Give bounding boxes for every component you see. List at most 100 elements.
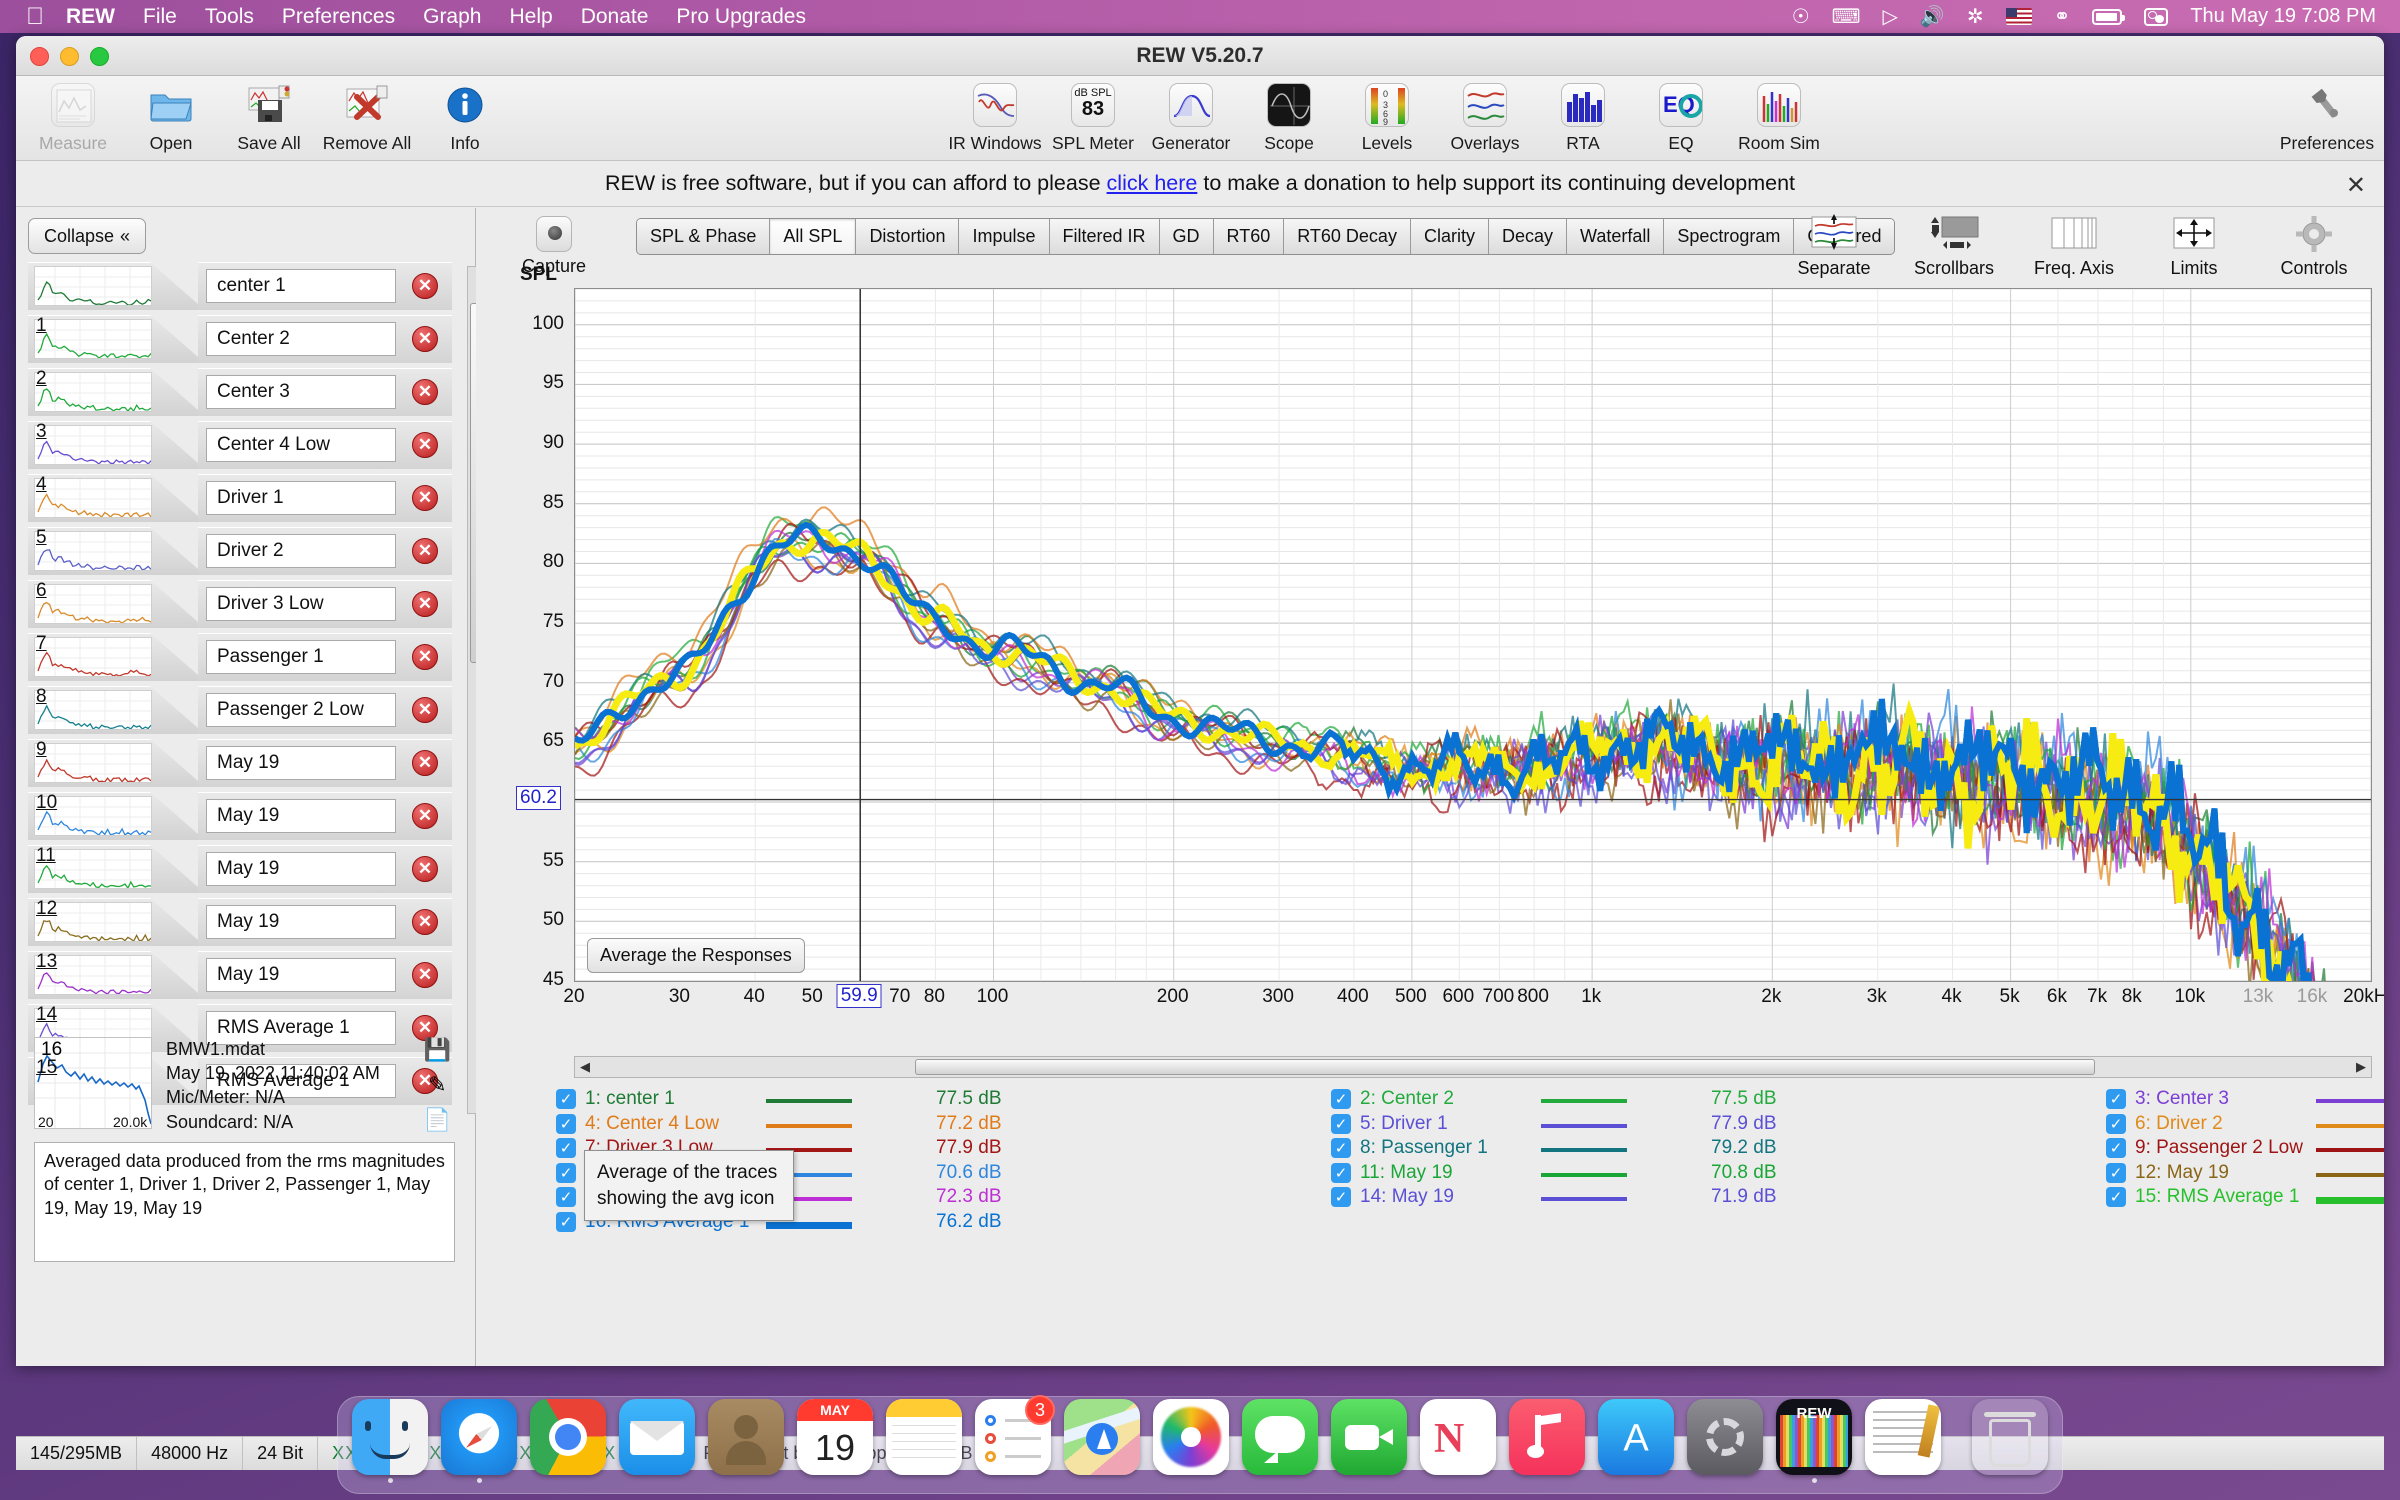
scroll-right-icon[interactable]: ▶ [2352, 1058, 2370, 1076]
minimize-window-button[interactable] [60, 47, 79, 66]
donate-link[interactable]: click here [1107, 171, 1198, 196]
legend-row[interactable]: ✓ 9: Passenger 2 Low [2106, 1137, 2303, 1159]
toolbar-button-open[interactable]: Open [122, 80, 220, 154]
legend-checkbox[interactable]: ✓ [556, 1138, 576, 1158]
tab-all-spl[interactable]: All SPL [770, 219, 856, 254]
maximize-window-button[interactable] [90, 47, 109, 66]
tab-impulse[interactable]: Impulse [959, 219, 1049, 254]
legend-row[interactable]: ✓ 6: Driver 2 [2106, 1113, 2223, 1135]
play-circle-icon[interactable]: ▷ [1883, 7, 1898, 27]
notes-icon[interactable]: 📄 [424, 1107, 451, 1133]
measurement-row[interactable]: 5 Driver 2 ✕ [28, 525, 452, 578]
dock-item-rew[interactable]: REW [1776, 1399, 1852, 1483]
measurement-name-field[interactable]: May 19 [206, 958, 396, 992]
dock-item-appstore[interactable]: A [1598, 1399, 1674, 1483]
graph-tool-separate[interactable]: Separate [1774, 210, 1894, 279]
link-icon[interactable]: ⚭ [2054, 7, 2071, 27]
volume-icon[interactable]: 🔊 [1920, 7, 1945, 27]
chrome-icon[interactable] [530, 1399, 606, 1475]
legend-checkbox[interactable]: ✓ [2106, 1114, 2126, 1134]
toolbar-button-spl-meter[interactable]: dB SPL83SPL Meter [1044, 80, 1142, 154]
delete-measurement-button[interactable]: ✕ [412, 962, 438, 988]
dock-item-photos[interactable] [1153, 1399, 1229, 1483]
legend-row[interactable]: ✓ 15: RMS Average 1 [2106, 1186, 2299, 1208]
legend-row[interactable]: ✓ 3: Center 3 [2106, 1088, 2229, 1110]
toolbar-button-room-sim[interactable]: Room Sim [1730, 80, 1828, 154]
measurement-row[interactable]: 9 May 19 ✕ [28, 737, 452, 790]
settings-icon[interactable] [1687, 1399, 1763, 1475]
average-responses-button[interactable]: Average the Responses [587, 938, 805, 973]
contacts-icon[interactable] [708, 1399, 784, 1475]
menu-item-rew[interactable]: REW [66, 5, 115, 29]
measurement-name-field[interactable]: Center 3 [206, 375, 396, 409]
legend-row[interactable]: ✓ 5: Driver 1 [1331, 1113, 1448, 1135]
dock-item-notes[interactable] [886, 1399, 962, 1483]
toolbar-button-scope[interactable]: Scope [1240, 80, 1338, 154]
news-icon[interactable]: N [1420, 1399, 1496, 1475]
music-icon[interactable] [1509, 1399, 1585, 1475]
legend-checkbox[interactable]: ✓ [2106, 1138, 2126, 1158]
delete-measurement-button[interactable]: ✕ [412, 697, 438, 723]
x-cursor-value[interactable]: 59.9 [837, 984, 882, 1008]
photos-icon[interactable] [1153, 1399, 1229, 1475]
measurement-row[interactable]: 3 Center 4 Low ✕ [28, 419, 452, 472]
toolbar-button-overlays[interactable]: Overlays [1436, 80, 1534, 154]
delete-measurement-button[interactable]: ✕ [412, 803, 438, 829]
legend-row[interactable]: ✓ 8: Passenger 1 [1331, 1137, 1488, 1159]
delete-measurement-button[interactable]: ✕ [412, 591, 438, 617]
dock-item-reminders[interactable]: 3 [975, 1399, 1051, 1483]
close-window-button[interactable] [30, 47, 49, 66]
measurement-row[interactable]: 2 Center 3 ✕ [28, 366, 452, 419]
measurement-name-field[interactable]: Passenger 2 Low [206, 693, 396, 727]
tab-distortion[interactable]: Distortion [856, 219, 959, 254]
mail-icon[interactable] [619, 1399, 695, 1475]
graph-tool-freq-axis[interactable]: Freq. Axis [2014, 210, 2134, 279]
dock-item-safari[interactable] [441, 1399, 517, 1483]
control-center-icon[interactable] [2144, 8, 2168, 26]
calendar-icon[interactable]: MAY19 [797, 1399, 873, 1475]
toolbar-button-info[interactable]: Info [416, 80, 514, 154]
delete-measurement-button[interactable]: ✕ [412, 326, 438, 352]
menu-item-help[interactable]: Help [509, 5, 552, 29]
scroll-left-icon[interactable]: ◀ [576, 1058, 594, 1076]
dock-item-finder[interactable] [352, 1399, 428, 1483]
graph-tool-limits[interactable]: Limits [2134, 210, 2254, 279]
menu-item-file[interactable]: File [143, 5, 177, 29]
legend-checkbox[interactable]: ✓ [556, 1187, 576, 1207]
menubar-clock[interactable]: Thu May 19 7:08 PM [2190, 5, 2376, 28]
maps-icon[interactable] [1064, 1399, 1140, 1475]
facetime-icon[interactable] [1331, 1399, 1407, 1475]
graph-tool-scrollbars[interactable]: Scrollbars [1894, 210, 2014, 279]
chart-horizontal-scrollbar[interactable]: ◀ ▶ [574, 1056, 2372, 1078]
legend-checkbox[interactable]: ✓ [556, 1089, 576, 1109]
tab-waterfall[interactable]: Waterfall [1567, 219, 1664, 254]
delete-measurement-button[interactable]: ✕ [412, 538, 438, 564]
delete-measurement-button[interactable]: ✕ [412, 432, 438, 458]
dock-item-messages[interactable] [1242, 1399, 1318, 1483]
menu-item-graph[interactable]: Graph [423, 5, 481, 29]
legend-checkbox[interactable]: ✓ [2106, 1163, 2126, 1183]
graph-tool-controls[interactable]: Controls [2254, 210, 2374, 279]
dock-item-contacts[interactable] [708, 1399, 784, 1483]
menu-item-donate[interactable]: Donate [581, 5, 649, 29]
measurement-name-field[interactable]: Center 4 Low [206, 428, 396, 462]
trash-icon[interactable] [1972, 1399, 2048, 1475]
tab-decay[interactable]: Decay [1489, 219, 1567, 254]
tab-gd[interactable]: GD [1160, 219, 1214, 254]
measurement-row[interactable]: 11 May 19 ✕ [28, 843, 452, 896]
tab-clarity[interactable]: Clarity [1411, 219, 1489, 254]
measurement-name-field[interactable]: May 19 [206, 799, 396, 833]
menu-item-preferences[interactable]: Preferences [282, 5, 395, 29]
notes-icon[interactable] [886, 1399, 962, 1475]
toolbar-button-rta[interactable]: RTA [1534, 80, 1632, 154]
legend-checkbox[interactable]: ✓ [556, 1212, 576, 1232]
textedit-icon[interactable] [1865, 1399, 1941, 1475]
toolbar-button-preferences[interactable]: Preferences [2278, 80, 2376, 154]
apple-icon[interactable]:  [26, 5, 44, 29]
measurement-name-field[interactable]: Driver 1 [206, 481, 396, 515]
measurement-row[interactable]: 6 Driver 3 Low ✕ [28, 578, 452, 631]
save-measurement-icon[interactable]: 💾 [424, 1037, 451, 1063]
dock-item-textedit[interactable] [1865, 1399, 1941, 1483]
measurement-row[interactable]: 1 Center 2 ✕ [28, 313, 452, 366]
legend-row[interactable]: ✓ 1: center 1 [556, 1088, 675, 1110]
